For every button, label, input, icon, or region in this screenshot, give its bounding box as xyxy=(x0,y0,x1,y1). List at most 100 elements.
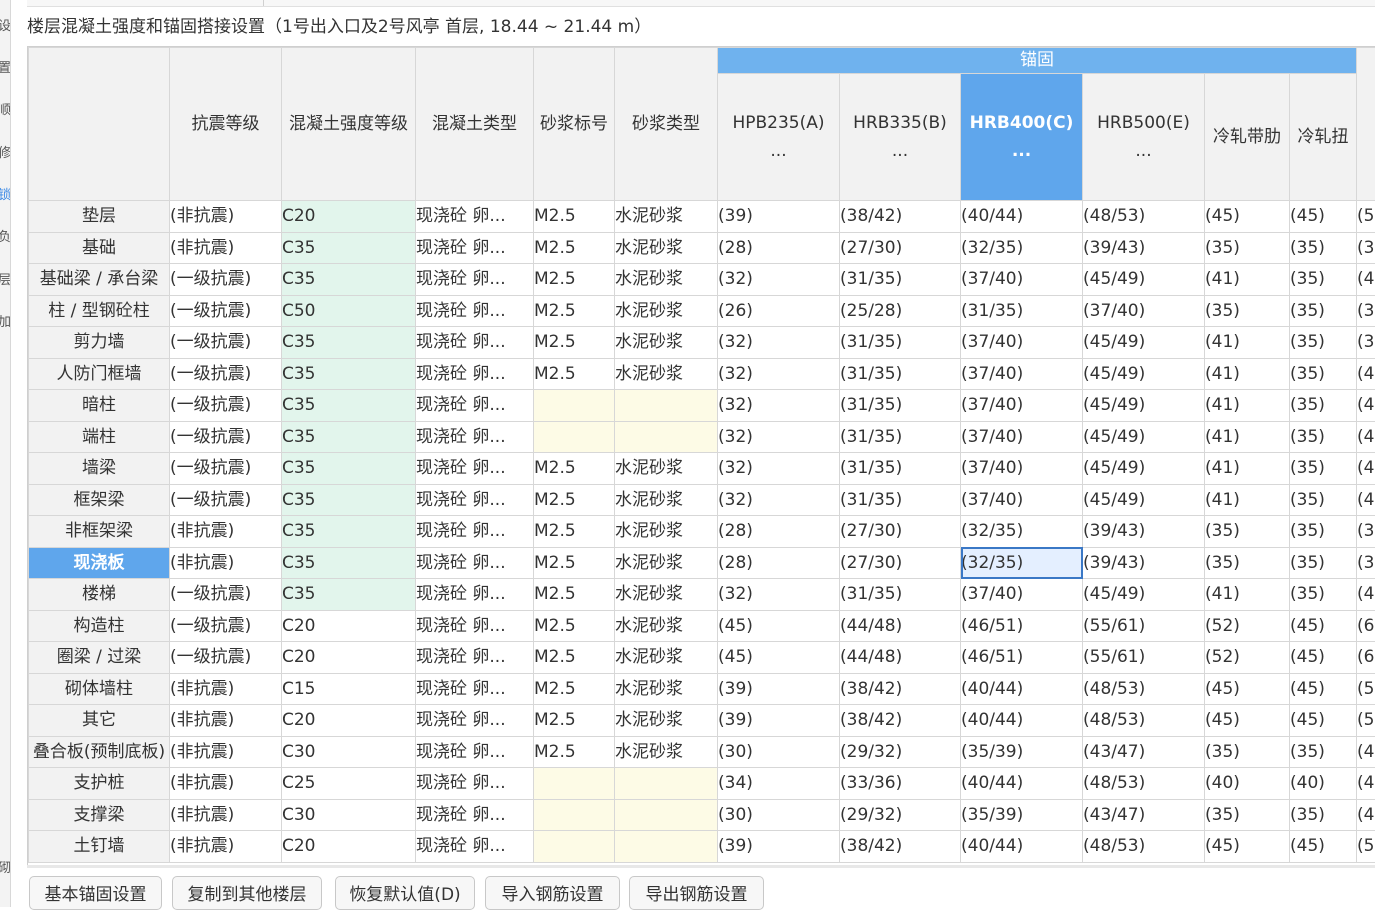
table-cell[interactable]: (非抗震) xyxy=(170,831,282,863)
table-cell[interactable]: (非抗震) xyxy=(170,673,282,705)
table-cell[interactable] xyxy=(534,799,615,831)
table-cell[interactable]: (35) xyxy=(1290,547,1357,579)
left-tab-2[interactable]: 顺 xyxy=(0,104,11,118)
table-cell[interactable]: (44/48) xyxy=(840,642,961,674)
table-cell[interactable]: (一级抗震) xyxy=(170,484,282,516)
table-cell[interactable]: (45) xyxy=(1290,673,1357,705)
table-cell[interactable]: (35) xyxy=(1290,327,1357,359)
table-cell[interactable]: M2.5 xyxy=(534,484,615,516)
table-cell[interactable]: 水泥砂浆 xyxy=(615,642,718,674)
table-cell[interactable]: 现浇砼 卵... xyxy=(416,736,534,768)
table-cell[interactable]: (35) xyxy=(1205,516,1290,548)
table-cell[interactable]: (44/48) xyxy=(840,610,961,642)
table-cell[interactable]: 现浇砼 卵... xyxy=(416,484,534,516)
table-cell[interactable]: (35) xyxy=(1205,295,1290,327)
table-cell[interactable]: (35) xyxy=(1290,799,1357,831)
table-cell[interactable]: (41) xyxy=(1205,390,1290,422)
table-cell[interactable]: (28) xyxy=(718,232,840,264)
table-cell[interactable]: (5 xyxy=(1357,831,1375,863)
row-header[interactable]: 叠合板(预制底板) xyxy=(29,736,170,768)
table-cell[interactable]: C35 xyxy=(282,358,416,390)
table-cell[interactable]: 现浇砼 卵... xyxy=(416,201,534,233)
table-cell[interactable]: 水泥砂浆 xyxy=(615,736,718,768)
table-cell[interactable]: (一级抗震) xyxy=(170,610,282,642)
table-cell[interactable]: 水泥砂浆 xyxy=(615,705,718,737)
table-cell[interactable]: C35 xyxy=(282,264,416,296)
footer-button[interactable]: 导出钢筋设置 xyxy=(629,876,764,910)
column-header[interactable]: 混凝土强度等级 xyxy=(282,48,416,201)
table-cell[interactable]: (45/49) xyxy=(1083,390,1205,422)
row-header[interactable]: 基础 xyxy=(29,232,170,264)
table-cell[interactable]: (5 xyxy=(1357,705,1375,737)
table-cell[interactable]: (45/49) xyxy=(1083,453,1205,485)
table-cell[interactable]: (31/35) xyxy=(840,453,961,485)
table-cell[interactable]: (35) xyxy=(1205,232,1290,264)
table-cell[interactable]: (45) xyxy=(1290,831,1357,863)
row-header[interactable]: 垫层 xyxy=(29,201,170,233)
table-cell[interactable]: (31/35) xyxy=(961,295,1083,327)
table-cell[interactable]: (43/47) xyxy=(1083,736,1205,768)
table-cell[interactable]: (43/47) xyxy=(1083,799,1205,831)
table-cell[interactable]: 现浇砼 卵... xyxy=(416,516,534,548)
table-cell[interactable]: (48/53) xyxy=(1083,673,1205,705)
table-cell[interactable]: (一级抗震) xyxy=(170,421,282,453)
table-cell[interactable]: (40) xyxy=(1205,768,1290,800)
table-cell[interactable]: (27/30) xyxy=(840,547,961,579)
column-header[interactable]: 砂浆类型 xyxy=(615,48,718,201)
row-header[interactable]: 圈梁 / 过梁 xyxy=(29,642,170,674)
table-cell[interactable]: M2.5 xyxy=(534,673,615,705)
table-cell[interactable]: (非抗震) xyxy=(170,799,282,831)
table-cell[interactable]: 现浇砼 卵... xyxy=(416,579,534,611)
table-cell[interactable] xyxy=(615,390,718,422)
table-cell[interactable]: (48/53) xyxy=(1083,831,1205,863)
table-cell[interactable]: 水泥砂浆 xyxy=(615,264,718,296)
table-row[interactable]: 剪力墙(一级抗震)C35现浇砼 卵...M2.5水泥砂浆(32)(31/35)(… xyxy=(29,327,1375,359)
table-cell[interactable]: (28) xyxy=(718,547,840,579)
table-cell[interactable]: (39/43) xyxy=(1083,232,1205,264)
table-cell[interactable]: (33/36) xyxy=(840,768,961,800)
table-cell[interactable]: (6 xyxy=(1357,610,1375,642)
table-cell[interactable]: (一级抗震) xyxy=(170,453,282,485)
table-cell[interactable]: C20 xyxy=(282,705,416,737)
table-cell[interactable]: (34) xyxy=(718,768,840,800)
footer-button[interactable]: 复制到其他楼层 xyxy=(172,876,322,910)
table-row[interactable]: 支护桩(非抗震)C25现浇砼 卵...(34)(33/36)(40/44)(48… xyxy=(29,768,1375,800)
table-cell[interactable]: (35) xyxy=(1290,736,1357,768)
left-tab-4[interactable]: 锁 xyxy=(0,189,11,203)
table-cell[interactable] xyxy=(615,768,718,800)
table-cell[interactable]: (32/35) xyxy=(961,232,1083,264)
table-cell[interactable]: (一级抗震) xyxy=(170,390,282,422)
table-cell[interactable]: 水泥砂浆 xyxy=(615,579,718,611)
table-cell[interactable]: (48/53) xyxy=(1083,705,1205,737)
table-cell[interactable]: M2.5 xyxy=(534,453,615,485)
table-row[interactable]: 土钉墙(非抗震)C20现浇砼 卵...(39)(38/42)(40/44)(48… xyxy=(29,831,1375,863)
table-cell[interactable]: (3 xyxy=(1357,327,1375,359)
table-cell[interactable]: C35 xyxy=(282,579,416,611)
table-cell[interactable]: (40/44) xyxy=(961,673,1083,705)
left-tab-6[interactable]: 层 xyxy=(0,274,11,288)
table-cell[interactable]: (一级抗震) xyxy=(170,295,282,327)
table-cell[interactable]: (31/35) xyxy=(840,390,961,422)
table-cell[interactable]: 水泥砂浆 xyxy=(615,516,718,548)
table-cell[interactable]: (45) xyxy=(1205,705,1290,737)
row-header[interactable]: 墙梁 xyxy=(29,453,170,485)
left-tab-5[interactable]: 负 xyxy=(0,231,11,245)
left-tab-3[interactable]: 修 xyxy=(0,147,11,161)
table-cell[interactable]: (32) xyxy=(718,327,840,359)
row-header[interactable]: 剪力墙 xyxy=(29,327,170,359)
table-cell[interactable]: C35 xyxy=(282,390,416,422)
table-cell[interactable]: (25/28) xyxy=(840,295,961,327)
table-cell[interactable]: (非抗震) xyxy=(170,705,282,737)
table-cell[interactable]: (38/42) xyxy=(840,705,961,737)
table-cell[interactable]: M2.5 xyxy=(534,201,615,233)
table-cell[interactable]: 现浇砼 卵... xyxy=(416,673,534,705)
row-header[interactable]: 构造柱 xyxy=(29,610,170,642)
table-row[interactable]: 垫层(非抗震)C20现浇砼 卵...M2.5水泥砂浆(39)(38/42)(40… xyxy=(29,201,1375,233)
table-cell[interactable]: 现浇砼 卵... xyxy=(416,799,534,831)
table-cell[interactable]: (35/39) xyxy=(961,736,1083,768)
table-cell[interactable]: M2.5 xyxy=(534,327,615,359)
table-cell[interactable]: M2.5 xyxy=(534,358,615,390)
table-cell[interactable]: 现浇砼 卵... xyxy=(416,547,534,579)
table-cell[interactable]: (28) xyxy=(718,516,840,548)
table-cell[interactable]: (一级抗震) xyxy=(170,579,282,611)
